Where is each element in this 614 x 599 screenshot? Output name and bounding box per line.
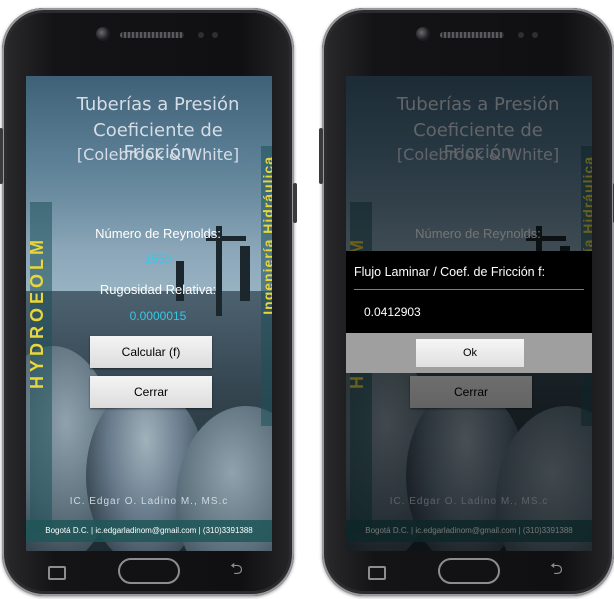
volume-button bbox=[319, 128, 323, 184]
volume-button bbox=[0, 128, 3, 184]
home-icon[interactable] bbox=[118, 558, 180, 584]
friction-result: 0.0412903 bbox=[364, 305, 421, 319]
front-camera-icon bbox=[416, 27, 430, 41]
subtitle-vertical-text: Ingeniería Hidráulica bbox=[260, 156, 272, 315]
recent-apps-icon[interactable] bbox=[48, 566, 66, 580]
rugosidad-label: Rugosidad Relativa: bbox=[99, 282, 217, 297]
contact-bar: Bogotá D.C. | ic.edgarladinom@gmail.com … bbox=[26, 520, 272, 542]
navigation-bar: ⮌ bbox=[322, 556, 614, 588]
dialog-divider bbox=[354, 289, 584, 290]
back-icon[interactable]: ⮌ bbox=[550, 560, 563, 580]
sensor-icon bbox=[518, 32, 524, 38]
sensor-icon bbox=[198, 32, 204, 38]
recent-apps-icon[interactable] bbox=[368, 566, 386, 580]
reynolds-value: 1550 bbox=[144, 252, 172, 266]
sensor-icon bbox=[212, 32, 218, 38]
ok-button[interactable]: Ok bbox=[416, 339, 524, 367]
app-screen: HYDROEOLM Ingeniería Hidráulica Tuberías… bbox=[26, 76, 272, 551]
app-screen: HYDROEOLM Ingeniería Hidráulica Tuberías… bbox=[346, 76, 592, 551]
home-icon[interactable] bbox=[438, 558, 500, 584]
app-method: [Colebrook & White] bbox=[76, 145, 240, 164]
dialog-button-bar: Ok bbox=[346, 333, 592, 373]
app-title: Tuberías a Presión bbox=[76, 94, 240, 115]
speaker-grille bbox=[120, 32, 184, 38]
speaker-grille bbox=[440, 32, 504, 38]
back-icon[interactable]: ⮌ bbox=[230, 560, 243, 580]
brand-vertical-text: HYDROEOLM bbox=[27, 236, 47, 389]
reynolds-label: Número de Reynolds: bbox=[95, 226, 221, 241]
result-dialog: Flujo Laminar / Coef. de Fricción f: 0.0… bbox=[346, 251, 592, 373]
calculate-button[interactable]: Calcular (f) bbox=[90, 336, 212, 368]
close-button[interactable]: Cerrar bbox=[90, 376, 212, 408]
sensor-icon bbox=[532, 32, 538, 38]
phone-right: HYDROEOLM Ingeniería Hidráulica Tuberías… bbox=[319, 8, 614, 596]
rugosidad-value: 0.0000015 bbox=[129, 309, 187, 323]
navigation-bar: ⮌ bbox=[2, 556, 294, 588]
phone-left: HYDROEOLM Ingeniería Hidráulica Tuberías… bbox=[0, 8, 297, 596]
power-button bbox=[293, 183, 297, 223]
dialog-title: Flujo Laminar / Coef. de Fricción f: bbox=[354, 265, 546, 279]
author-credit: IC. Edgar O. Ladino M., MS.c bbox=[69, 496, 229, 507]
front-camera-icon bbox=[96, 27, 110, 41]
